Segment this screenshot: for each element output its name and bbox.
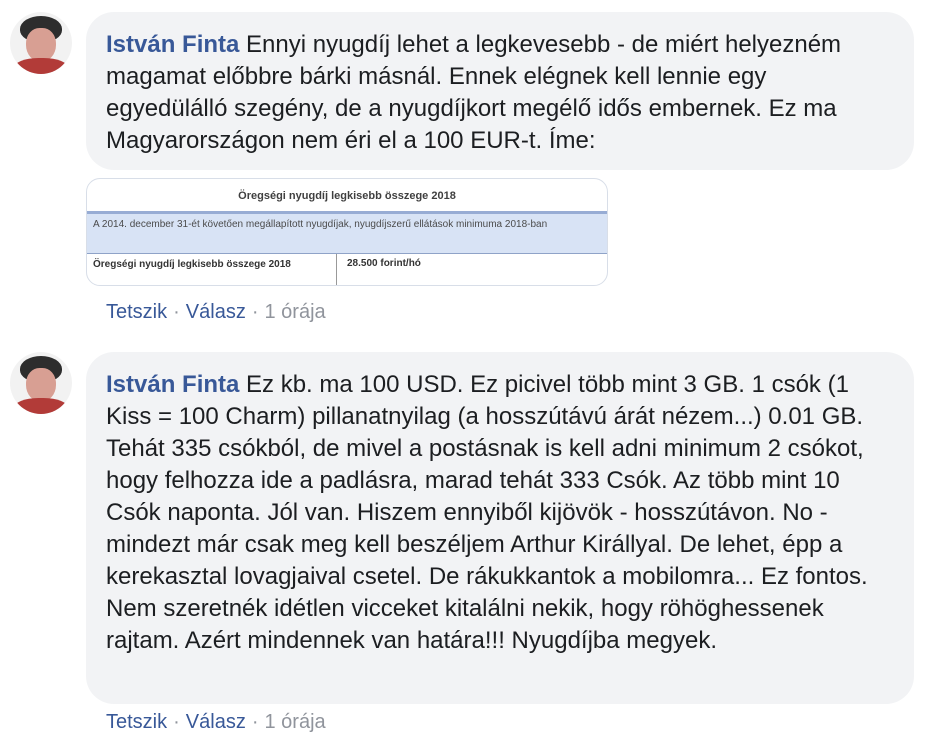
separator: · [173, 711, 180, 733]
comment-text: Ez kb. ma 100 USD. Ez picivel több mint … [106, 371, 868, 654]
reply-link[interactable]: Válasz [186, 301, 246, 323]
comment-actions: Tetszik · Válasz · 1 órája [106, 300, 326, 324]
comment-author[interactable]: István Finta [106, 371, 239, 398]
separator: · [251, 301, 259, 323]
reply-link[interactable]: Válasz [186, 711, 246, 733]
avatar-shirt [14, 58, 68, 74]
avatar-face [26, 28, 56, 62]
comment-bubble: István Finta Ennyi nyugdíj lehet a legke… [86, 12, 914, 170]
comment-timestamp[interactable]: 1 órája [265, 711, 326, 733]
like-link[interactable]: Tetszik [106, 301, 167, 323]
like-link[interactable]: Tetszik [106, 711, 167, 733]
attachment-row-label: Öregségi nyugdíj legkisebb összege 2018 [87, 254, 337, 285]
avatar[interactable] [10, 352, 72, 414]
comment-timestamp[interactable]: 1 órája [265, 301, 326, 323]
avatar-face [26, 368, 56, 402]
avatar[interactable] [10, 12, 72, 74]
comment-attachment-image[interactable]: Öregségi nyugdíj legkisebb összege 2018 … [86, 178, 608, 286]
attachment-title: Öregségi nyugdíj legkisebb összege 2018 [87, 179, 607, 214]
comment-bubble: István Finta Ez kb. ma 100 USD. Ez piciv… [86, 352, 914, 704]
comment-author[interactable]: István Finta [106, 31, 239, 58]
separator: · [173, 301, 180, 323]
attachment-note: A 2014. december 31-ét követően megállap… [87, 214, 607, 254]
separator: · [251, 711, 259, 733]
attachment-row-value: 28.500 forint/hó [347, 258, 421, 269]
avatar-shirt [14, 398, 68, 414]
attachment-row: Öregségi nyugdíj legkisebb összege 2018 … [87, 254, 607, 285]
comment-actions: Tetszik · Válasz · 1 órája [106, 710, 326, 734]
